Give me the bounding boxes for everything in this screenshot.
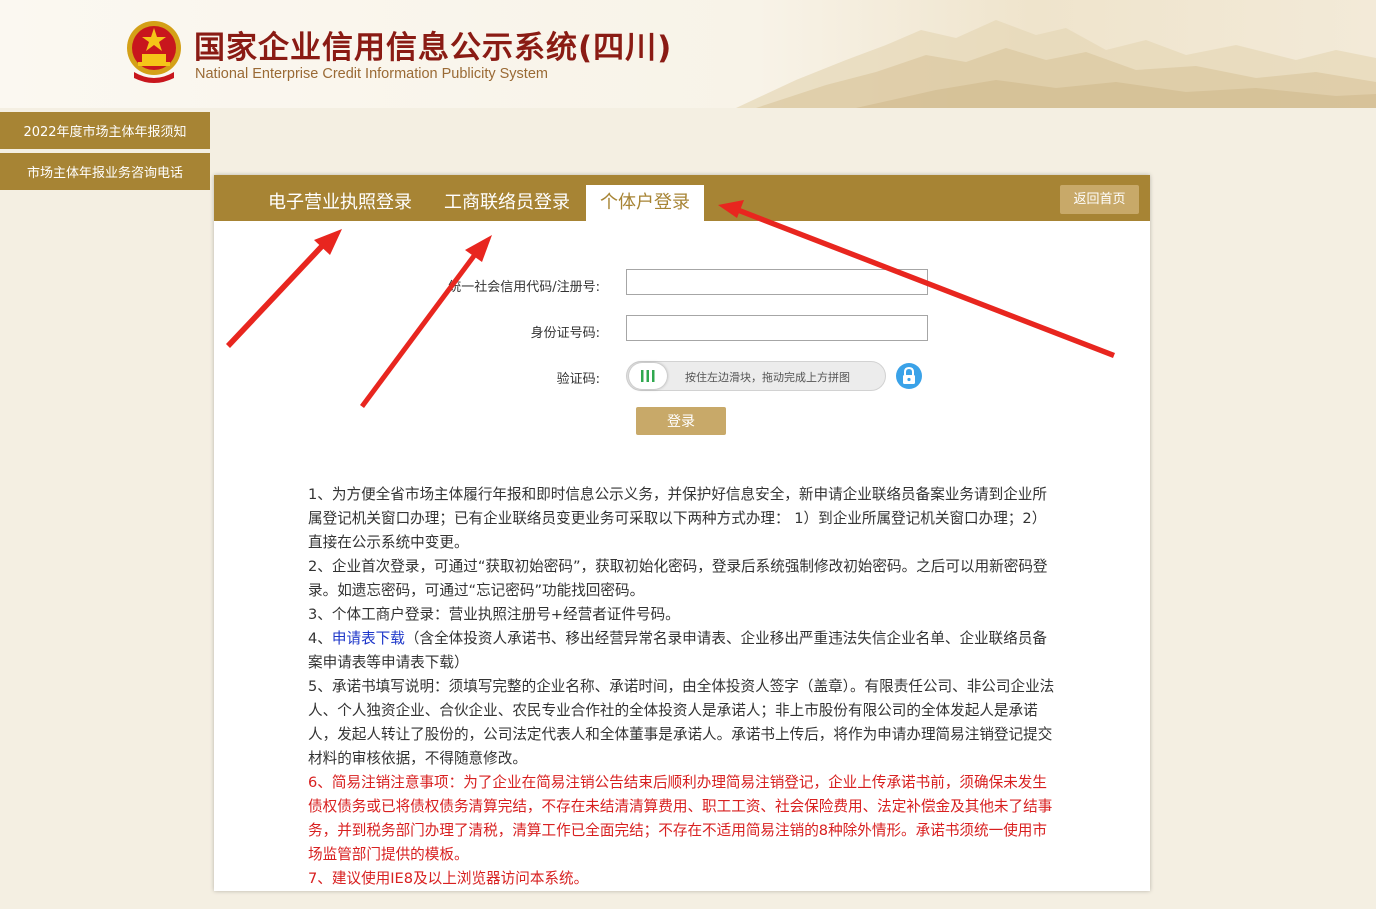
note-6: 6、简易注销注意事项：为了企业在简易注销公告结束后顺利办理简易注销登记，企业上传… [308,774,1053,863]
credit-code-label: 统一社会信用代码/注册号: [448,280,600,295]
back-home-button[interactable]: 返回首页 [1060,185,1139,214]
login-tab-bar: 电子营业执照登录 工商联络员登录 个体户登录 返回首页 [214,175,1150,221]
captcha-label: 验证码: [556,372,600,387]
site-header: 国家企业信用信息公示系统(四川) National Enterprise Cre… [0,0,1376,108]
mountain-landscape-decoration [736,20,1376,108]
note-1: 1、为方便全省市场主体履行年报和即时信息公示义务，并保护好信息安全，新申请企业联… [308,486,1047,551]
note-4-prefix: 4、 [308,630,332,647]
note-3: 3、个体工商户登录：营业执照注册号+经营者证件号码。 [308,606,680,623]
note-4-rest: （含全体投资人承诺书、移出经营异常名录申请表、企业移出严重违法失信企业名单、企业… [308,630,1048,671]
tab-individual-login[interactable]: 个体户登录 [586,185,704,221]
lock-icon[interactable] [896,363,922,389]
site-title: 国家企业信用信息公示系统(四川) [194,30,673,66]
login-notes: 1、为方便全省市场主体履行年报和即时信息公示义务，并保护好信息安全，新申请企业联… [308,483,1060,891]
grip-bars-icon[interactable] [629,363,667,389]
side-menu-annual-report-notice[interactable]: 2022年度市场主体年报须知 [0,112,210,149]
note-7: 7、建议使用IE8及以上浏览器访问本系统。 [308,870,589,887]
note-5: 5、承诺书填写说明：须填写完整的企业名称、承诺时间，由全体投资人签字（盖章）。有… [308,678,1055,767]
tab-liaison-login[interactable]: 工商联络员登录 [444,185,570,221]
login-button[interactable]: 登录 [636,407,726,435]
side-menu-consult-phone[interactable]: 市场主体年报业务咨询电话 [0,153,210,190]
site-subtitle: National Enterprise Credit Information P… [195,66,548,82]
slider-hint: 按住左边滑块，拖动完成上方拼图 [685,371,850,384]
tab-electronic-license-login[interactable]: 电子营业执照登录 [268,185,412,221]
captcha-slider[interactable]: 按住左边滑块，拖动完成上方拼图 [626,361,886,391]
national-emblem-icon [127,21,181,83]
note-4: 4、申请表下载（含全体投资人承诺书、移出经营异常名录申请表、企业移出严重违法失信… [308,627,1060,675]
id-number-input[interactable] [626,315,928,341]
credit-code-input[interactable] [626,269,928,295]
application-form-download-link[interactable]: 申请表下载 [332,630,405,647]
id-number-label: 身份证号码: [530,326,600,341]
login-panel: 电子营业执照登录 工商联络员登录 个体户登录 返回首页 统一社会信用代码/注册号… [214,175,1150,891]
note-2: 2、企业首次登录，可通过“获取初始密码”，获取初始化密码，登录后系统强制修改初始… [308,558,1048,599]
